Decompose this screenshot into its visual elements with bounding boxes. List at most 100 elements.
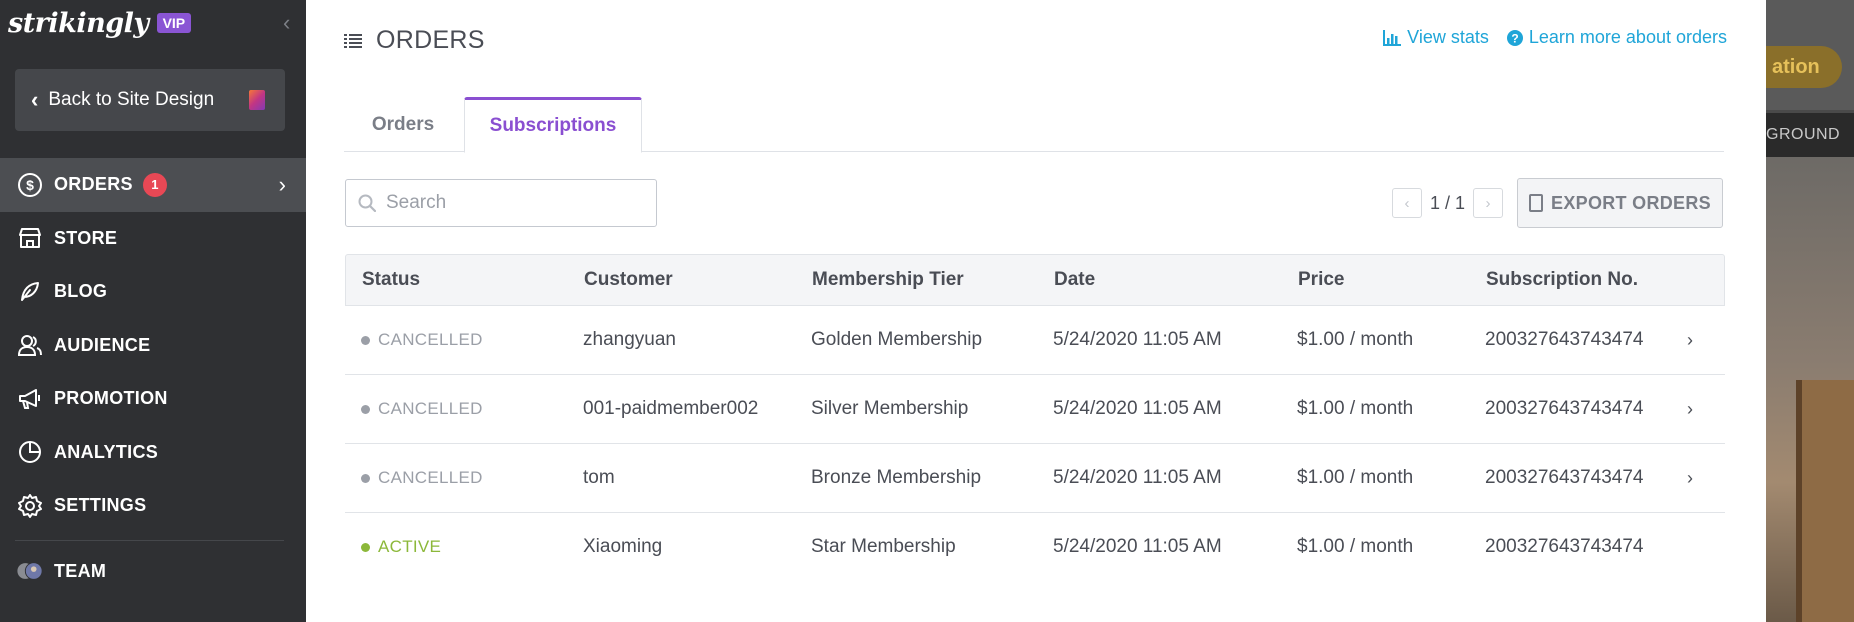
search-input[interactable]: [386, 192, 626, 214]
pie-chart-icon: [16, 438, 44, 466]
sidebar-item-label: ORDERS: [54, 174, 133, 195]
strikingly-logo: strikingly: [8, 7, 149, 39]
preview-bar-fragment: GROUND: [1766, 113, 1854, 157]
price-cell: $1.00 / month: [1297, 398, 1414, 419]
chevron-right-icon: ›: [278, 171, 286, 197]
megaphone-icon: [16, 385, 44, 413]
svg-text:?: ?: [1511, 31, 1518, 45]
table-row[interactable]: ACTIVE Xiaoming Star Membership 5/24/202…: [345, 513, 1725, 582]
customer-cell: tom: [583, 467, 615, 488]
tab-bar: Orders Subscriptions: [344, 97, 1724, 153]
tab-subscriptions[interactable]: Subscriptions: [464, 97, 642, 153]
sidebar-item-label: SETTINGS: [54, 495, 147, 516]
feather-icon: [16, 278, 44, 306]
search-box: [345, 179, 657, 227]
question-circle-icon: ?: [1506, 29, 1523, 46]
site-preview-background: ation GROUND: [1766, 0, 1854, 622]
customer-cell: Xiaoming: [583, 536, 663, 557]
column-header-membership-tier[interactable]: Membership Tier: [812, 255, 964, 305]
status-text: CANCELLED: [378, 399, 483, 418]
membership-tier-cell: Star Membership: [811, 536, 956, 557]
status-text: CANCELLED: [378, 468, 483, 487]
brand[interactable]: strikingly VIP: [8, 6, 192, 40]
sidebar-item-label: STORE: [54, 227, 118, 248]
sidebar-item-label: ANALYTICS: [54, 441, 159, 462]
table-row[interactable]: CANCELLED zhangyuan Golden Membership 5/…: [345, 306, 1725, 375]
sidebar-item-audience[interactable]: AUDIENCE: [0, 319, 306, 373]
audience-icon: [16, 331, 44, 359]
sidebar-item-promotion[interactable]: PROMOTION: [0, 372, 306, 426]
date-cell: 5/24/2020 11:05 AM: [1053, 329, 1222, 350]
membership-tier-cell: Bronze Membership: [811, 467, 982, 488]
column-header-price[interactable]: Price: [1298, 255, 1344, 305]
search-icon: [358, 194, 376, 212]
chevron-left-icon: ‹: [31, 87, 39, 112]
export-orders-label: EXPORT ORDERS: [1551, 192, 1711, 213]
sidebar-item-orders[interactable]: $ ORDERS 1 ›: [0, 158, 306, 212]
pagination: ‹ 1 / 1 ›: [1392, 188, 1504, 218]
date-cell: 5/24/2020 11:05 AM: [1053, 398, 1222, 419]
sidebar: strikingly VIP ‹ ‹ Back to Site Design $…: [0, 0, 306, 622]
orders-panel: ORDERS View stats ? Learn more about ord…: [306, 0, 1766, 622]
page-indicator: 1 / 1: [1430, 192, 1466, 213]
store-icon: [16, 224, 44, 252]
sidebar-item-team[interactable]: TEAM: [0, 545, 306, 599]
status-text: ACTIVE: [378, 537, 442, 556]
price-cell: $1.00 / month: [1297, 536, 1414, 557]
svg-text:$: $: [26, 177, 34, 193]
sidebar-divider: [15, 539, 284, 541]
subscription-no-cell: 200327643743474: [1485, 536, 1644, 557]
chevron-right-icon[interactable]: ›: [1687, 306, 1693, 374]
list-icon: [344, 33, 362, 48]
next-page-button[interactable]: ›: [1473, 188, 1504, 218]
back-to-site-design-button[interactable]: ‹ Back to Site Design: [15, 69, 285, 131]
table-row[interactable]: CANCELLED 001-paidmember002 Silver Membe…: [345, 375, 1725, 444]
export-orders-button[interactable]: EXPORT ORDERS: [1517, 178, 1723, 228]
vip-badge: VIP: [156, 13, 192, 33]
learn-more-link[interactable]: ? Learn more about orders: [1506, 27, 1727, 48]
customer-cell: zhangyuan: [583, 329, 676, 350]
subscription-no-cell: 200327643743474: [1485, 329, 1644, 350]
column-header-customer[interactable]: Customer: [584, 255, 673, 305]
price-cell: $1.00 / month: [1297, 467, 1414, 488]
gear-icon: [16, 492, 44, 520]
status-text: CANCELLED: [378, 330, 483, 349]
sidebar-item-label: TEAM: [54, 560, 107, 581]
subscription-no-cell: 200327643743474: [1485, 398, 1644, 419]
table-row[interactable]: CANCELLED tom Bronze Membership 5/24/202…: [345, 444, 1725, 513]
preview-photo-door: [1796, 380, 1854, 622]
status-badge: CANCELLED: [361, 444, 483, 512]
sidebar-item-analytics[interactable]: ANALYTICS: [0, 426, 306, 480]
sidebar-item-label: BLOG: [54, 281, 108, 302]
column-header-status[interactable]: Status: [362, 255, 420, 305]
prev-page-button[interactable]: ‹: [1392, 188, 1422, 218]
page-icon: [249, 90, 265, 110]
column-header-date[interactable]: Date: [1054, 255, 1095, 305]
collapse-sidebar-icon[interactable]: ‹: [283, 10, 290, 36]
bar-chart-icon: [1383, 29, 1402, 46]
view-stats-label: View stats: [1407, 27, 1489, 47]
dollar-circle-icon: $: [16, 171, 44, 199]
table-header: Status Customer Membership Tier Date Pri…: [345, 254, 1725, 306]
page-title: ORDERS: [376, 26, 485, 54]
sidebar-item-settings[interactable]: SETTINGS: [0, 479, 306, 533]
tab-orders[interactable]: Orders: [344, 97, 462, 152]
subscription-no-cell: 200327643743474: [1485, 467, 1644, 488]
column-header-subscription-no[interactable]: Subscription No.: [1486, 255, 1638, 305]
chevron-right-icon[interactable]: ›: [1687, 444, 1693, 512]
membership-tier-cell: Silver Membership: [811, 398, 969, 419]
subscriptions-table: Status Customer Membership Tier Date Pri…: [345, 254, 1725, 582]
sidebar-item-store[interactable]: STORE: [0, 212, 306, 266]
back-button-label: Back to Site Design: [48, 89, 215, 110]
chevron-right-icon[interactable]: ›: [1687, 375, 1693, 443]
document-icon: [1529, 194, 1544, 212]
preview-cta-fragment: ation: [1766, 46, 1842, 88]
header-links: View stats ? Learn more about orders: [1383, 27, 1727, 48]
status-badge: CANCELLED: [361, 306, 483, 374]
status-badge: CANCELLED: [361, 375, 483, 443]
orders-count-badge: 1: [142, 172, 167, 197]
date-cell: 5/24/2020 11:05 AM: [1053, 536, 1222, 557]
view-stats-link[interactable]: View stats: [1383, 27, 1489, 48]
sidebar-item-blog[interactable]: BLOG: [0, 265, 306, 319]
customer-cell: 001-paidmember002: [583, 398, 759, 419]
